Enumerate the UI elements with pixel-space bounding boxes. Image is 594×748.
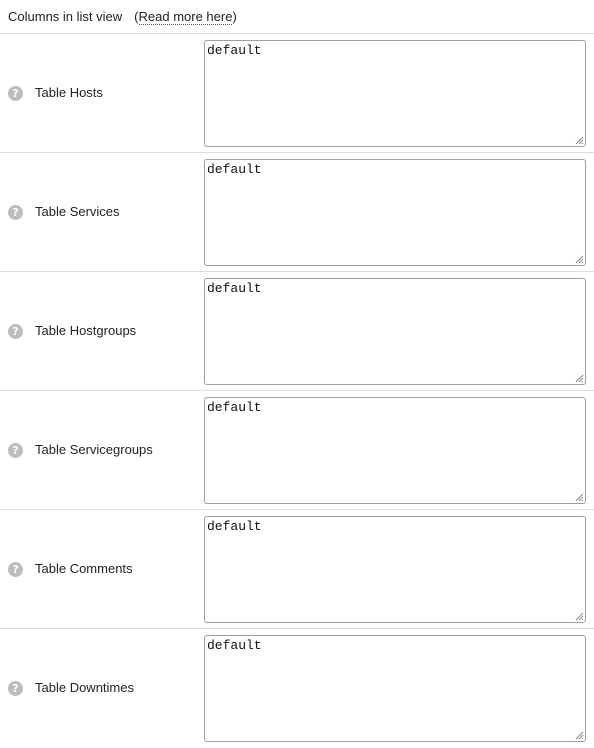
settings-rows: ? Table Hosts default ? Table Services d…: [0, 34, 594, 748]
help-icon[interactable]: ?: [8, 443, 23, 458]
resize-grip-icon[interactable]: [575, 612, 584, 621]
setting-label: Table Comments: [35, 561, 133, 576]
read-more-link[interactable]: Read more here: [138, 9, 233, 25]
setting-row-table-hostgroups: ? Table Hostgroups default: [0, 272, 594, 391]
read-more-open-paren: (: [134, 9, 139, 24]
setting-field-wrap: default: [204, 516, 586, 623]
help-icon[interactable]: ?: [8, 681, 23, 696]
resize-grip-icon[interactable]: [575, 374, 584, 383]
resize-grip-icon[interactable]: [575, 136, 584, 145]
setting-field-wrap: default: [204, 40, 586, 147]
setting-field-wrap: default: [204, 278, 586, 385]
setting-field-wrap: default: [204, 635, 586, 742]
table-hosts-textarea[interactable]: default: [204, 40, 586, 147]
table-servicegroups-textarea[interactable]: default: [204, 397, 586, 504]
table-hostgroups-textarea[interactable]: default: [204, 278, 586, 385]
section-header: Columns in list view (Read more here): [0, 0, 594, 34]
setting-row-table-comments: ? Table Comments default: [0, 510, 594, 629]
setting-label: Table Downtimes: [35, 680, 134, 695]
setting-label: Table Servicegroups: [35, 442, 153, 457]
setting-row-table-services: ? Table Services default: [0, 153, 594, 272]
setting-row-table-servicegroups: ? Table Servicegroups default: [0, 391, 594, 510]
table-services-textarea[interactable]: default: [204, 159, 586, 266]
resize-grip-icon[interactable]: [575, 731, 584, 740]
read-more-close-paren: ): [232, 9, 237, 24]
setting-label: Table Hosts: [35, 85, 103, 100]
help-icon[interactable]: ?: [8, 562, 23, 577]
table-downtimes-textarea[interactable]: default: [204, 635, 586, 742]
help-icon[interactable]: ?: [8, 86, 23, 101]
resize-grip-icon[interactable]: [575, 255, 584, 264]
help-icon[interactable]: ?: [8, 324, 23, 339]
setting-label: Table Services: [35, 204, 120, 219]
help-icon[interactable]: ?: [8, 205, 23, 220]
read-more: (Read more here): [134, 9, 237, 25]
setting-field-wrap: default: [204, 159, 586, 266]
resize-grip-icon[interactable]: [575, 493, 584, 502]
table-comments-textarea[interactable]: default: [204, 516, 586, 623]
setting-label: Table Hostgroups: [35, 323, 137, 338]
setting-row-table-downtimes: ? Table Downtimes default: [0, 629, 594, 748]
setting-row-table-hosts: ? Table Hosts default: [0, 34, 594, 153]
section-title: Columns in list view: [8, 9, 123, 24]
setting-field-wrap: default: [204, 397, 586, 504]
